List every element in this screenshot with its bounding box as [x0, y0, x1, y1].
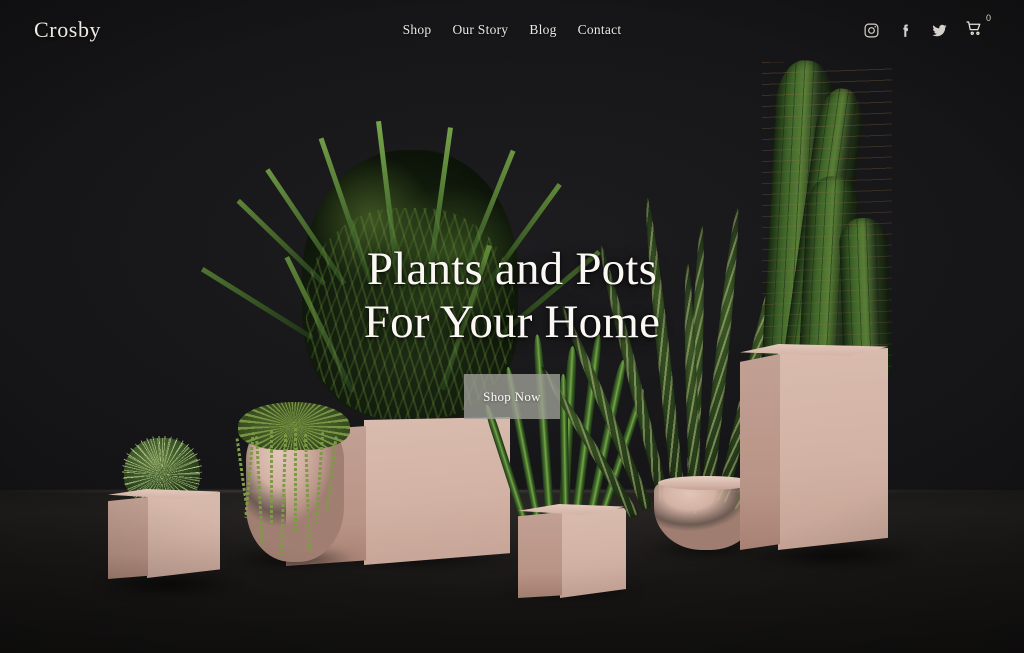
hero-headline-line-2: For Your Home	[363, 295, 661, 348]
facebook-icon[interactable]	[897, 22, 914, 39]
hero-headline-line-1: Plants and Pots	[366, 243, 658, 295]
planter-face	[560, 508, 626, 598]
shopping-cart-icon[interactable]: 0	[965, 13, 991, 42]
cart-count-badge: 0	[985, 12, 991, 23]
site-header: Crosby Shop Our Story Blog Contact 0	[0, 0, 1024, 60]
header-actions: 0	[863, 13, 991, 42]
string-of-pearls-in-round-vase	[232, 398, 358, 578]
planter-face	[518, 512, 562, 598]
planter-face	[364, 417, 510, 565]
instagram-icon[interactable]	[863, 22, 880, 39]
barrel-cactus-in-cube-planter	[98, 432, 238, 596]
twitter-icon[interactable]	[931, 22, 948, 39]
hero-headline: Plants and Pots For Your Home	[364, 243, 660, 348]
nav-item-blog[interactable]: Blog	[529, 22, 556, 38]
shop-now-button[interactable]: Shop Now	[464, 374, 560, 420]
hero-content: Plants and Pots For Your Home Shop Now	[0, 243, 1024, 420]
nav-item-shop[interactable]: Shop	[403, 22, 432, 38]
planter-face	[108, 497, 148, 579]
nav-item-our-story[interactable]: Our Story	[452, 22, 508, 38]
nav-item-contact[interactable]: Contact	[578, 22, 622, 38]
planter-face	[147, 492, 220, 578]
hero-section: Crosby Shop Our Story Blog Contact 0 Pla…	[0, 0, 1024, 653]
